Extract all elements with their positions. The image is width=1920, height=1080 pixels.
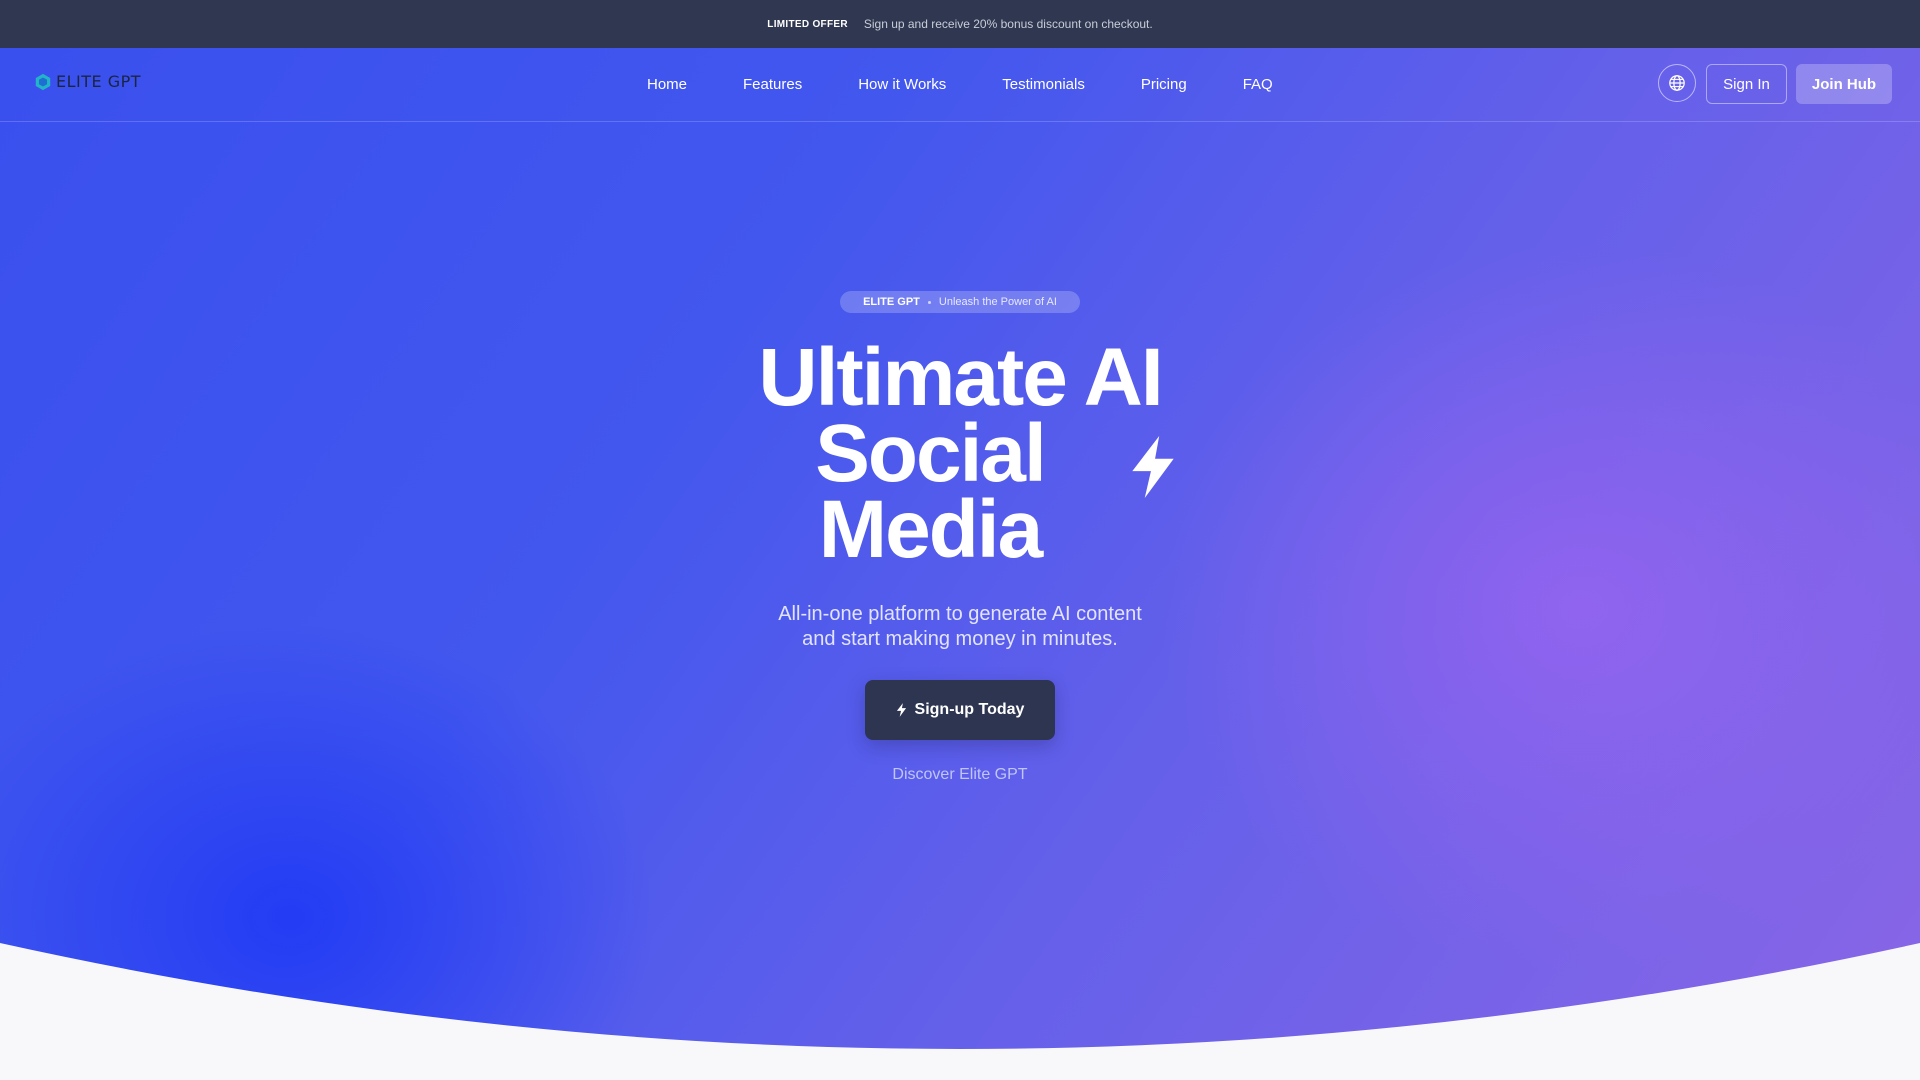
join-hub-button[interactable]: Join Hub — [1796, 64, 1892, 104]
nav-item-home[interactable]: Home — [647, 76, 687, 93]
lightning-bolt-icon — [1132, 436, 1174, 498]
badge-dot — [927, 300, 931, 304]
brand-logo[interactable]: ELITE GPT — [34, 72, 141, 91]
globe-icon — [1669, 75, 1685, 91]
hexagon-logo-icon — [35, 73, 51, 90]
nav-item-faq[interactable]: FAQ — [1243, 76, 1273, 93]
subtitle-line-2: and start making money in minutes. — [802, 628, 1118, 650]
headline-line-3: Media — [818, 484, 1043, 575]
hero-bottom-curve — [0, 943, 1920, 1080]
nav-item-features[interactable]: Features — [743, 76, 802, 93]
discover-link[interactable]: Discover Elite GPT — [760, 766, 1160, 784]
nav-item-pricing[interactable]: Pricing — [1141, 76, 1187, 93]
badge-brand: ELITE GPT — [863, 296, 920, 308]
promo-bar: LIMITED OFFER Sign up and receive 20% bo… — [0, 0, 1920, 48]
cta-label: Sign-up Today — [914, 701, 1025, 718]
badge-text: Unleash the Power of AI — [938, 296, 1057, 308]
hero-badge: ELITE GPT Unleash the Power of AI — [840, 291, 1080, 313]
lightning-bolt-icon — [896, 703, 906, 717]
nav-menu: Home Features How it Works Testimonials … — [647, 48, 1329, 121]
promo-tag: LIMITED OFFER — [767, 18, 848, 30]
signup-today-button[interactable]: Sign-up Today — [865, 680, 1055, 740]
hero-subtitle: All-in-one platform to generate AI conte… — [700, 602, 1220, 652]
language-button[interactable] — [1658, 64, 1696, 102]
nav-item-testimonials[interactable]: Testimonials — [1002, 76, 1085, 93]
main-navbar: ELITE GPT Home Features How it Works Tes… — [0, 48, 1920, 122]
brand-name: ELITE GPT — [56, 72, 142, 91]
promo-text: Sign up and receive 20% bonus discount o… — [863, 17, 1153, 31]
subtitle-line-1: All-in-one platform to generate AI conte… — [778, 603, 1142, 625]
sign-in-button[interactable]: Sign In — [1706, 64, 1787, 104]
nav-item-how-it-works[interactable]: How it Works — [858, 76, 946, 93]
headline-line-1: Ultimate AI — [758, 332, 1163, 423]
